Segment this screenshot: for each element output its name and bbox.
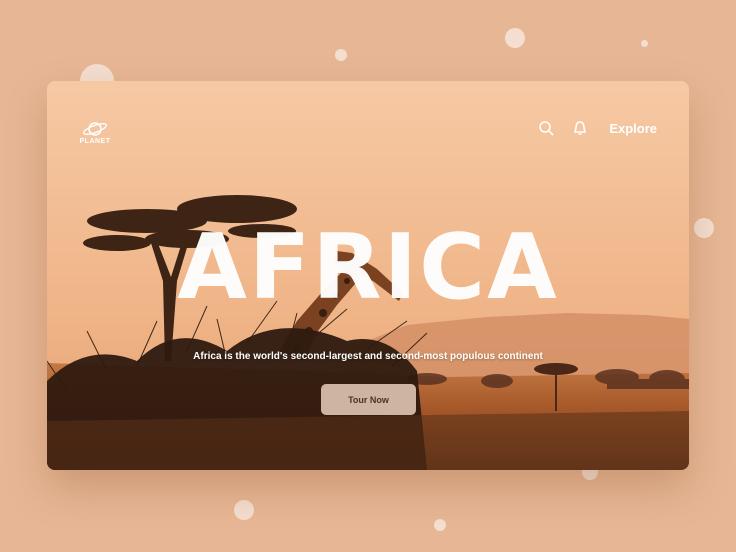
search-icon[interactable] [537, 119, 555, 137]
tour-now-button[interactable]: Tour Now [321, 384, 416, 415]
top-nav: Explore [537, 119, 657, 137]
explore-link[interactable]: Explore [609, 121, 657, 136]
hero-title: AFRICA [177, 215, 559, 320]
decorative-bubble [335, 49, 347, 61]
brand-logo[interactable]: PLANET [77, 121, 113, 145]
hero-card: PLANET Explore AFRICA Africa is the worl… [47, 81, 689, 470]
decorative-bubble [694, 218, 714, 238]
brand-name: PLANET [79, 138, 111, 145]
decorative-bubble [582, 470, 598, 480]
decorative-bubble [641, 40, 648, 47]
hero-tagline: Africa is the world's second-largest and… [193, 351, 543, 362]
decorative-bubble [434, 519, 446, 531]
planet-icon [82, 122, 108, 136]
decorative-bubble [505, 28, 525, 48]
decorative-bubble [234, 500, 254, 520]
bell-icon[interactable] [571, 119, 589, 137]
